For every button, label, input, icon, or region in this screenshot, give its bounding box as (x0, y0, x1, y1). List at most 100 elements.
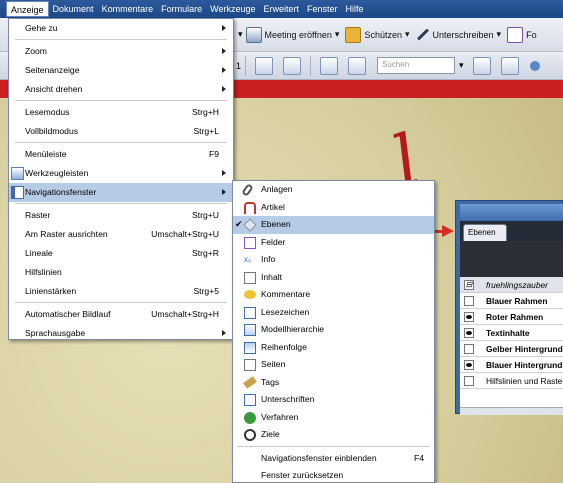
menu-item-menueleiste[interactable]: Menüleiste F9 (9, 145, 233, 164)
hand-icon[interactable] (500, 56, 519, 75)
menu-item-lesemodus[interactable]: Lesemodus Strg+H (9, 103, 233, 122)
submenu-arrow-icon (222, 67, 226, 73)
meeting-button[interactable]: Meeting eröffnen ▾ (243, 24, 343, 46)
formulare-button[interactable]: Fo (504, 24, 540, 46)
eye-icon[interactable] (464, 328, 474, 338)
submenu-item-artikel[interactable]: Artikel (233, 199, 434, 217)
visibility-box[interactable] (464, 296, 474, 306)
chevron-down-icon: ▾ (404, 29, 410, 39)
menu-kommentare[interactable]: Kommentare (98, 1, 158, 17)
menu-werkzeuge[interactable]: Werkzeuge (206, 1, 259, 17)
submenu-item-ebenen[interactable]: ✔ Ebenen (233, 216, 434, 234)
visibility-box[interactable] (464, 376, 474, 386)
bookmark-icon (244, 306, 256, 319)
page-number: 1 (236, 60, 242, 71)
paperclip-icon (241, 183, 254, 197)
menu-hilfe[interactable]: Hilfe (342, 1, 368, 17)
menu-item-zoom[interactable]: Zoom (9, 42, 233, 61)
menu-item-vollbildmodus[interactable]: Vollbildmodus Strg+L (9, 122, 233, 141)
layer-row[interactable]: Textinhalte (460, 325, 563, 341)
menu-item-lineale[interactable]: Lineale Strg+R (9, 244, 233, 263)
layer-list: ⊟ fruehlingszauber Blauer Rahmen Roter R… (460, 277, 563, 407)
divider (245, 55, 247, 76)
panel-titlebar[interactable] (460, 204, 563, 220)
menu-separator (237, 445, 430, 447)
menu-separator (15, 39, 227, 40)
menu-formulare[interactable]: Formulare (157, 1, 206, 17)
submenu-item-seiten[interactable]: Seiten (233, 356, 434, 374)
menu-anzeige[interactable]: Anzeige (6, 1, 49, 17)
pages-icon (244, 359, 256, 371)
single-page-icon[interactable] (255, 56, 274, 75)
menu-item-am-raster-ausrichten[interactable]: Am Raster ausrichten Umschalt+Strg+U (9, 225, 233, 244)
zoom-icon[interactable] (529, 60, 540, 71)
menu-dokument[interactable]: Dokument (49, 1, 98, 17)
layer-label: Roter Rahmen (486, 312, 544, 322)
menu-item-sprachausgabe[interactable]: Sprachausgabe (9, 324, 233, 343)
layer-label: Blauer Hintergrund (486, 360, 563, 370)
lock-icon (345, 26, 362, 43)
menu-item-hilfslinien[interactable]: Hilfslinien (9, 263, 233, 282)
submenu-item-zuruecksetzen[interactable]: Fenster zurücksetzen (233, 467, 434, 483)
eye-icon[interactable] (464, 360, 474, 370)
procedure-icon (244, 411, 256, 424)
submenu-item-verfahren[interactable]: Verfahren (233, 409, 434, 427)
submenu-item-lesezeichen[interactable]: Lesezeichen (233, 304, 434, 322)
submenu-item-einblenden[interactable]: Navigationsfenster einblenden F4 (233, 450, 434, 468)
menu-item-werkzeugleisten[interactable]: Werkzeugleisten (9, 164, 233, 183)
unterschreiben-button[interactable]: Unterschreiben ▾ (413, 24, 505, 46)
menu-item-seitenanzeige[interactable]: Seitenanzeige (9, 61, 233, 80)
layer-label: fruehlingszauber (486, 280, 548, 290)
layer-row[interactable]: Hilfslinien und Raster (460, 373, 563, 389)
layer-row[interactable]: Blauer Hintergrund (460, 357, 563, 373)
menu-item-raster[interactable]: Raster Strg+U (9, 206, 233, 225)
fit-page-icon[interactable] (320, 56, 339, 75)
submenu-item-inhalt[interactable]: Inhalt (233, 269, 434, 287)
eye-icon[interactable] (464, 312, 474, 322)
layer-row[interactable]: Gelber Hintergrund (460, 341, 563, 357)
menu-item-gehe-zu[interactable]: Gehe zu (9, 19, 233, 38)
signature-icon (244, 394, 256, 406)
menu-item-automatischer-bildlauf[interactable]: Automatischer Bildlauf Umschalt+Strg+H (9, 305, 233, 324)
continuous-page-icon[interactable] (283, 56, 302, 75)
submenu-item-anlagen[interactable]: Anlagen (233, 181, 434, 199)
fit-width-icon[interactable] (348, 56, 367, 75)
submenu-item-ziele[interactable]: Ziele (233, 426, 434, 444)
submenu-item-unterschriften[interactable]: Unterschriften (233, 391, 434, 409)
model-tree-icon (244, 324, 256, 336)
menu-item-navigationsfenster[interactable]: Navigationsfenster (9, 183, 233, 202)
submenu-item-modellhierarchie[interactable]: Modellhierarchie (233, 321, 434, 339)
visibility-box[interactable] (464, 344, 474, 354)
menu-separator (15, 142, 227, 143)
menu-item-linienstaerken[interactable]: Linienstärken Strg+5 (9, 282, 233, 301)
layer-row[interactable]: Roter Rahmen (460, 309, 563, 325)
menu-fenster[interactable]: Fenster (303, 1, 342, 17)
formulare-label: Fo (526, 29, 537, 40)
search-input[interactable]: Suchen (377, 57, 456, 74)
tag-icon (243, 375, 257, 389)
tab-ebenen[interactable]: Ebenen (463, 224, 507, 241)
schuetzen-button[interactable]: Schützen ▾ (342, 24, 412, 46)
horizontal-scrollbar[interactable] (460, 407, 563, 415)
info-icon: x₀ (244, 255, 252, 264)
layer-row[interactable]: Blauer Rahmen (460, 293, 563, 309)
anzeige-menu: Gehe zu Zoom Seitenanzeige Ansicht drehe… (8, 18, 234, 340)
menu-separator (15, 302, 227, 303)
divider (310, 55, 312, 76)
submenu-arrow-icon (222, 189, 226, 195)
submenu-arrow-icon (222, 86, 226, 92)
submenu-arrow-icon (222, 170, 226, 176)
menubar: Anzeige Dokument Kommentare Formulare We… (0, 0, 563, 18)
submenu-item-reihenfolge[interactable]: Reihenfolge (233, 339, 434, 357)
submenu-item-tags[interactable]: Tags (233, 374, 434, 392)
navigation-pane-icon (11, 186, 24, 199)
submenu-item-info[interactable]: x₀ Info (233, 251, 434, 269)
menu-item-ansicht-drehen[interactable]: Ansicht drehen (9, 80, 233, 99)
search-dropdown-icon[interactable]: ▾ (459, 60, 464, 71)
menu-erweitert[interactable]: Erweitert (259, 1, 303, 17)
select-cursor-icon[interactable] (472, 56, 491, 75)
submenu-item-kommentare[interactable]: Kommentare (233, 286, 434, 304)
collapse-icon[interactable]: ⊟ (464, 280, 474, 290)
layer-row-group[interactable]: ⊟ fruehlingszauber (460, 277, 563, 293)
submenu-item-felder[interactable]: Felder (233, 234, 434, 252)
